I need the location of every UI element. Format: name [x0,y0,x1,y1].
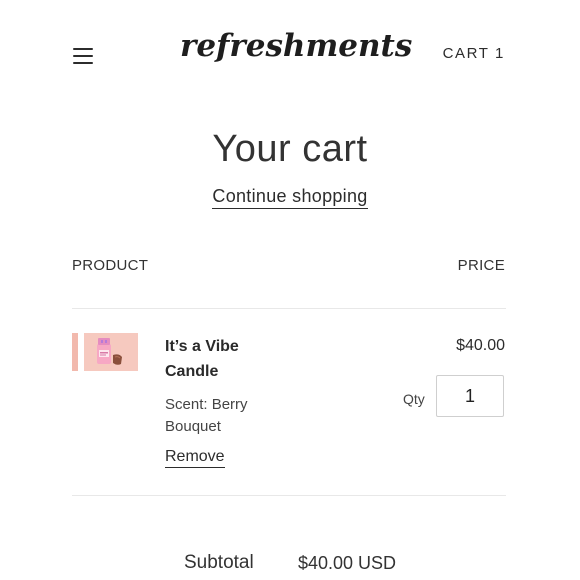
menu-line [73,48,93,50]
product-name-link[interactable]: It’s a Vibe Candle [165,334,285,384]
quantity-label: Qty [403,391,425,407]
cart-count: 1 [495,45,505,62]
column-header-product: PRODUCT [72,257,149,274]
product-option: Scent: Berry Bouquet [165,394,285,438]
menu-line [73,55,93,57]
candle-image [84,333,138,371]
subtotal-value: $40.00 USD [298,553,397,573]
hamburger-menu-icon[interactable] [73,46,95,64]
menu-line [73,62,93,64]
continue-shopping-wrap: Continue shopping [0,186,580,209]
cart-label: CART [442,45,490,62]
continue-shopping-link[interactable]: Continue shopping [212,186,368,209]
page-title: Your cart [212,128,368,170]
subtotal-label: Subtotal [184,552,254,573]
column-header-price: PRICE [457,257,505,274]
divider [72,308,506,309]
option-label: Scent: [165,396,208,413]
logo-link[interactable]: refreshments [180,28,412,64]
product-thumbnail[interactable] [72,333,138,371]
quantity-input[interactable] [436,375,504,417]
cart-link[interactable]: CART 1 [443,45,505,62]
cart-page: refreshments CART 1 Your cart Continue s… [0,0,580,580]
remove-item-link[interactable]: Remove [165,448,225,468]
logo-text: refreshments [180,28,413,64]
item-price: $40.00 [456,337,505,354]
divider [72,495,506,496]
